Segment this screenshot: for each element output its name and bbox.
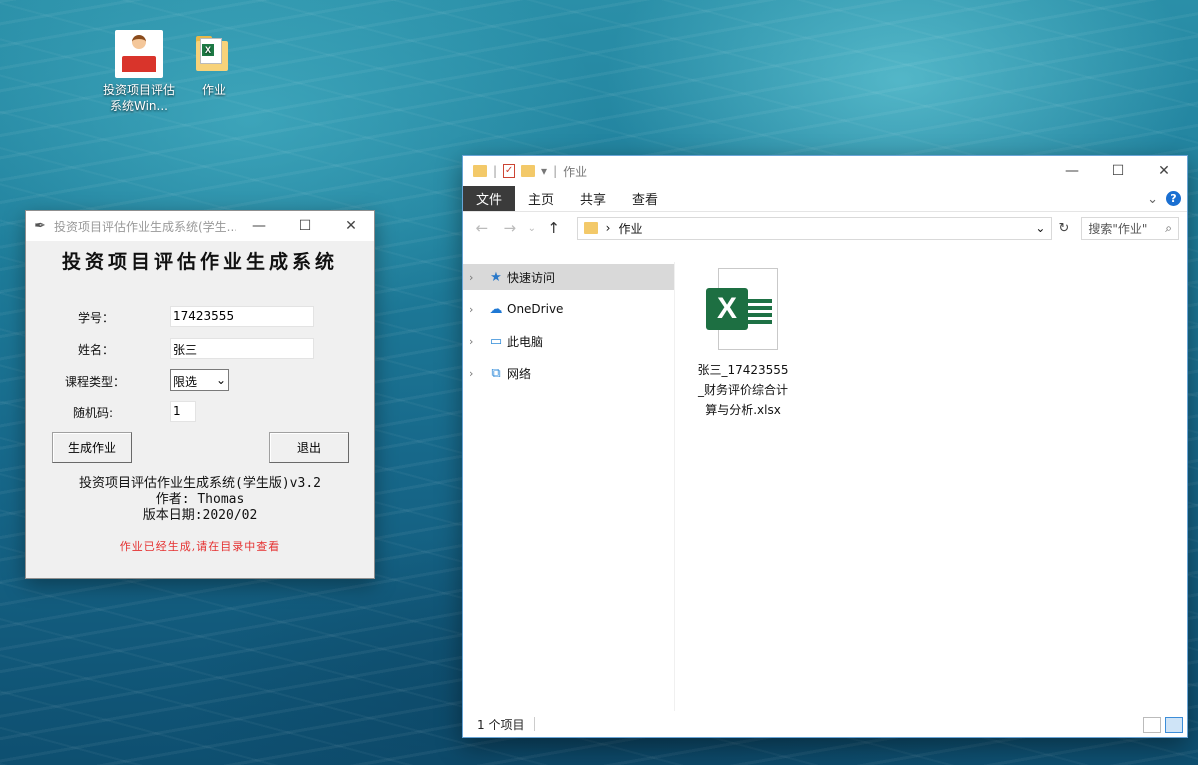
status-bar: 1 个项目 bbox=[463, 711, 1187, 737]
nav-item-onedrive[interactable]: › ☁ OneDrive bbox=[463, 296, 674, 322]
minimize-button[interactable]: — bbox=[236, 211, 282, 241]
search-placeholder: 搜索"作业" bbox=[1088, 221, 1148, 236]
back-icon[interactable]: ← bbox=[471, 219, 493, 237]
chevron-right-icon[interactable]: › bbox=[469, 303, 485, 316]
chevron-right-icon[interactable]: › bbox=[469, 335, 485, 348]
file-item[interactable]: X 张三_17423555_财务评价综合计算与分析.xlsx bbox=[695, 264, 791, 420]
ribbon-tabs: 文件 主页 共享 查看 ⌄ ? bbox=[463, 186, 1187, 212]
chevron-right-icon[interactable]: › bbox=[469, 271, 485, 284]
app-window-title: 投资项目评估作业生成系统(学生... bbox=[54, 219, 236, 234]
student-id-input[interactable]: 17423555 bbox=[170, 306, 314, 327]
maximize-button[interactable]: ☐ bbox=[1095, 156, 1141, 186]
tab-share[interactable]: 共享 bbox=[567, 186, 619, 211]
help-icon[interactable]: ? bbox=[1166, 191, 1181, 206]
random-code-label: 随机码: bbox=[73, 406, 114, 420]
chevron-down-icon: ⌄ bbox=[215, 373, 226, 387]
chevron-right-icon[interactable]: › bbox=[469, 367, 485, 380]
excel-folder-icon: X bbox=[190, 30, 238, 78]
navigation-pane: › ★ 快速访问 › ☁ OneDrive › ▭ 此电脑 › ⧉ 网络 bbox=[463, 262, 675, 711]
generate-button[interactable]: 生成作业 bbox=[52, 432, 132, 463]
app-heading: 投资项目评估作业生成系统 bbox=[61, 251, 338, 273]
course-type-label: 课程类型： bbox=[65, 375, 126, 389]
folder-icon bbox=[473, 165, 487, 177]
nav-item-this-pc[interactable]: › ▭ 此电脑 bbox=[463, 328, 674, 354]
status-message: 作业已经生成,请在目录中查看 bbox=[119, 540, 281, 553]
recent-locations-icon[interactable]: ⌄ bbox=[527, 223, 537, 234]
nav-item-network[interactable]: › ⧉ 网络 bbox=[463, 360, 674, 386]
breadcrumb-chevron-icon: › bbox=[605, 221, 611, 235]
file-name: 张三_17423555_财务评价综合计算与分析.xlsx bbox=[697, 363, 789, 417]
address-row: ← → ⌄ ↑ › 作业 ⌄ ↻ 搜索"作业" ⌕ bbox=[463, 212, 1187, 244]
details-view-icon[interactable] bbox=[1143, 717, 1161, 733]
up-icon[interactable]: ↑ bbox=[543, 219, 565, 237]
close-button[interactable]: ✕ bbox=[328, 211, 374, 241]
large-icons-view-icon[interactable] bbox=[1165, 717, 1183, 733]
nav-item-label: 快速访问 bbox=[507, 270, 556, 285]
tab-view[interactable]: 查看 bbox=[619, 186, 671, 211]
nav-item-label: 网络 bbox=[507, 366, 532, 381]
address-bar[interactable]: › 作业 ⌄ bbox=[576, 216, 1053, 240]
tab-home[interactable]: 主页 bbox=[515, 186, 567, 211]
desktop-icon-folder[interactable]: X 作业 bbox=[174, 30, 254, 98]
file-list: X 张三_17423555_财务评价综合计算与分析.xlsx bbox=[675, 262, 1187, 711]
close-button[interactable]: ✕ bbox=[1141, 156, 1187, 186]
customize-quick-access-icon[interactable]: ▾ bbox=[541, 164, 547, 178]
date-info: 版本日期:2020/02 bbox=[142, 508, 258, 523]
desktop-icon-label: 投资项目评估系统Win... bbox=[102, 83, 175, 113]
item-count: 1 个项目 bbox=[477, 717, 525, 732]
excel-file-icon: X bbox=[706, 268, 780, 354]
cloud-icon: ☁ bbox=[489, 301, 503, 317]
desktop-icon-label: 作业 bbox=[201, 83, 226, 97]
chevron-down-icon[interactable]: ⌄ bbox=[1035, 221, 1045, 235]
folder-icon bbox=[583, 222, 598, 234]
breadcrumb[interactable]: 作业 bbox=[618, 220, 1027, 237]
explorer-titlebar[interactable]: | ✓ ▾ | 作业 — ☐ ✕ bbox=[463, 156, 1187, 186]
app-icon bbox=[115, 30, 163, 78]
course-type-value: 限选 bbox=[173, 375, 198, 389]
explorer-window: | ✓ ▾ | 作业 — ☐ ✕ 文件 主页 共享 查看 ⌄ ? ← → ⌄ ↑… bbox=[462, 155, 1188, 738]
nav-item-quick-access[interactable]: › ★ 快速访问 bbox=[463, 264, 674, 290]
search-icon: ⌕ bbox=[1165, 220, 1172, 235]
star-icon: ★ bbox=[490, 269, 502, 285]
new-folder-icon[interactable] bbox=[521, 165, 536, 177]
tab-file[interactable]: 文件 bbox=[463, 186, 516, 211]
app-titlebar[interactable]: ✒ 投资项目评估作业生成系统(学生... — ☐ ✕ bbox=[26, 211, 374, 241]
nav-item-label: OneDrive bbox=[507, 302, 564, 316]
random-code-input[interactable]: 1 bbox=[170, 401, 196, 422]
expand-ribbon-icon[interactable]: ⌄ bbox=[1147, 192, 1158, 211]
forward-icon[interactable]: → bbox=[499, 219, 521, 237]
student-id-label: 学号： bbox=[78, 311, 115, 325]
search-input[interactable]: 搜索"作业" ⌕ bbox=[1081, 216, 1179, 240]
name-input[interactable]: 张三 bbox=[170, 338, 314, 359]
feather-icon: ✒ bbox=[34, 218, 46, 234]
course-type-select[interactable]: 限选 ⌄ bbox=[170, 369, 229, 391]
properties-icon[interactable]: ✓ bbox=[503, 164, 516, 178]
version-info: 投资项目评估作业生成系统(学生版)v3.2 bbox=[79, 476, 321, 491]
app-window: ✒ 投资项目评估作业生成系统(学生... — ☐ ✕ 投资项目评估作业生成系统 … bbox=[25, 210, 375, 579]
explorer-window-title: 作业 bbox=[563, 164, 588, 179]
name-label: 姓名： bbox=[78, 343, 115, 357]
refresh-icon[interactable]: ↻ bbox=[1058, 221, 1069, 236]
computer-icon: ▭ bbox=[489, 333, 503, 349]
exit-button[interactable]: 退出 bbox=[269, 432, 349, 463]
network-icon: ⧉ bbox=[491, 365, 501, 381]
maximize-button[interactable]: ☐ bbox=[282, 211, 328, 241]
author-info: 作者: Thomas bbox=[155, 492, 245, 507]
minimize-button[interactable]: — bbox=[1049, 156, 1095, 186]
view-toggle bbox=[1143, 717, 1183, 733]
nav-item-label: 此电脑 bbox=[507, 334, 544, 349]
explorer-body: › ★ 快速访问 › ☁ OneDrive › ▭ 此电脑 › ⧉ 网络 X 张… bbox=[463, 262, 1187, 711]
desktop-icon-app[interactable]: 投资项目评估系统Win... bbox=[99, 30, 179, 114]
